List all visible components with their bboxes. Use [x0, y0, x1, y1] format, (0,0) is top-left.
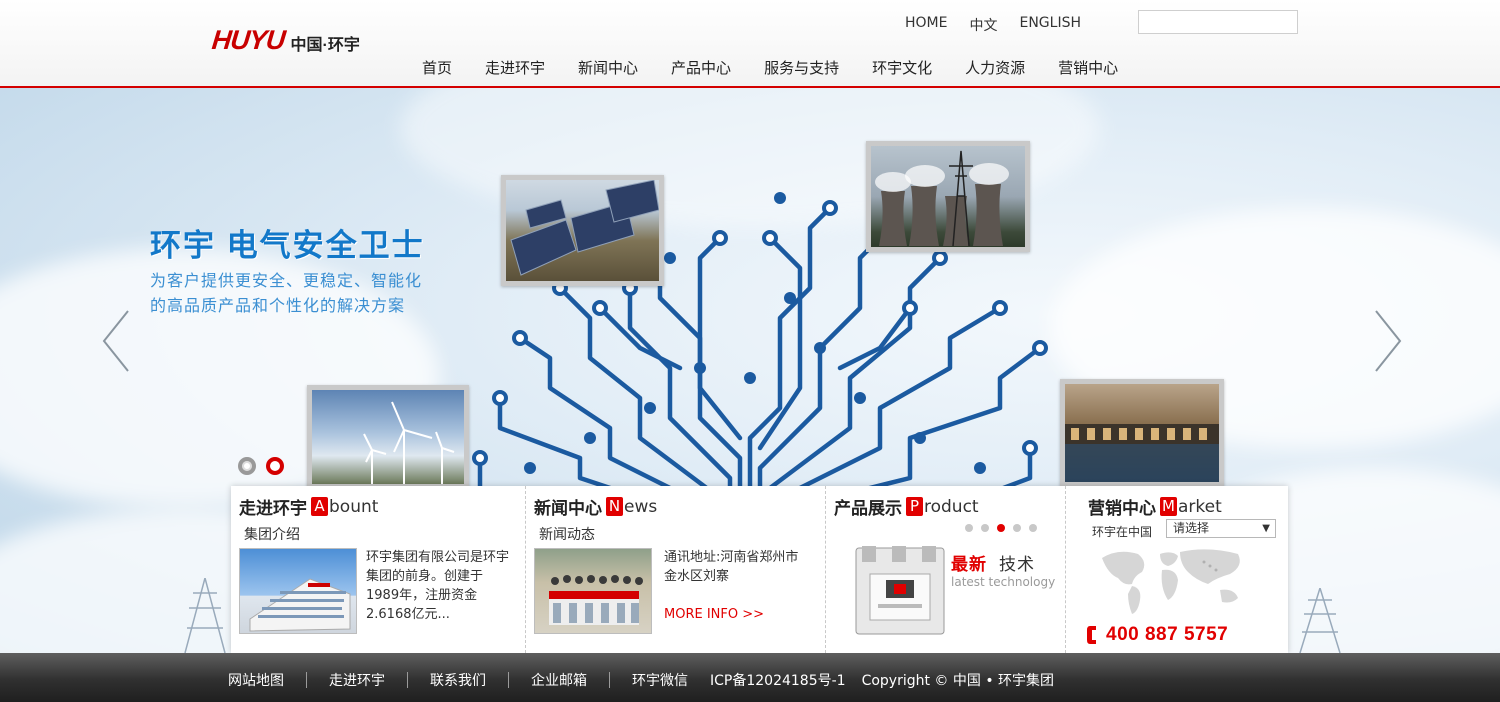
panel-about: 走进环宇 A bount 集团介绍 环宇集团有限公司是环宇集团的前身。创建于19…: [231, 486, 526, 653]
solar-panel-photo: [501, 175, 664, 286]
phone-icon: [1087, 626, 1096, 644]
panel-title-en: ews: [624, 496, 658, 517]
panel-news-title[interactable]: 新闻中心 N ews: [534, 494, 658, 520]
banner-slogan-title: 环宇 电气安全卫士: [150, 228, 425, 263]
chevron-down-icon: ▼: [1262, 523, 1270, 534]
world-map-graphic: [1102, 549, 1240, 614]
top-link-chinese[interactable]: 中文: [969, 15, 997, 35]
product-dot[interactable]: [981, 524, 989, 532]
nav-item-products[interactable]: 产品中心: [671, 57, 731, 78]
slide-indicator: [238, 457, 284, 475]
latest-tech-red-text: 最新: [951, 555, 987, 575]
panel-news: 新闻中心 N ews 新闻动态 通讯地址:河南省郑州市金水区刘寨 MORE IN…: [526, 486, 826, 653]
hotline-number: 400 887 5757: [1106, 624, 1229, 645]
logo-cn-text: 中国·环宇: [290, 37, 360, 54]
footer-link-wechat[interactable]: 环宇微信: [632, 670, 688, 690]
search-input[interactable]: [1138, 10, 1298, 34]
product-dot[interactable]: [1029, 524, 1037, 532]
page: HUYU 中国·环宇 HOME 中文 ENGLISH 首页 走进环宇 新闻中心 …: [0, 0, 1500, 702]
panel-news-text: 通讯地址:河南省郑州市金水区刘寨: [664, 550, 799, 584]
product-dot-active[interactable]: [997, 524, 1005, 532]
region-select[interactable]: 请选择 ▼: [1166, 519, 1276, 538]
panel-title-cap: P: [906, 497, 923, 516]
nav-item-service[interactable]: 服务与支持: [764, 57, 839, 78]
panel-product-title[interactable]: 产品展示 P roduct: [834, 494, 979, 520]
panel-title-cn: 营销中心: [1088, 499, 1156, 519]
info-panels: 走进环宇 A bount 集团介绍 环宇集团有限公司是环宇集团的前身。创建于19…: [231, 486, 1288, 653]
footer-divider: [508, 672, 509, 688]
nav-item-marketing[interactable]: 营销中心: [1058, 57, 1118, 78]
top-links: HOME 中文 ENGLISH: [905, 15, 1081, 35]
panel-title-en: roduct: [924, 496, 979, 517]
footer-link-email[interactable]: 企业邮箱: [531, 670, 587, 690]
news-group-photo[interactable]: [534, 548, 652, 634]
product-dot[interactable]: [965, 524, 973, 532]
slide-dot-1[interactable]: [238, 457, 256, 475]
footer-link-about[interactable]: 走进环宇: [329, 670, 385, 690]
main-nav: 首页 走进环宇 新闻中心 产品中心 服务与支持 环宇文化 人力资源 营销中心: [422, 57, 1151, 78]
circuit-breaker-product-image[interactable]: [854, 544, 946, 636]
footer-links: 网站地图 走进环宇 联系我们 企业邮箱 环宇微信 ICP备12024185号-1…: [228, 670, 1054, 690]
dam-photo: [1060, 379, 1224, 487]
latest-tech-en-text: latest technology: [951, 575, 1056, 589]
footer-copyright: Copyright © 中国 • 环宇集团: [861, 673, 1055, 689]
nav-item-culture[interactable]: 环宇文化: [872, 57, 932, 78]
wind-turbine-photo: [307, 385, 469, 489]
top-link-home[interactable]: HOME: [905, 15, 947, 35]
panel-product: 产品展示 P roduct 最新 技术 latest technology: [826, 486, 1066, 653]
footer-divider: [306, 672, 307, 688]
logo[interactable]: HUYU 中国·环宇: [210, 24, 360, 55]
nav-item-home[interactable]: 首页: [422, 57, 452, 78]
region-label: 环宇在中国: [1092, 525, 1153, 539]
region-select-value: 请选择: [1173, 521, 1210, 535]
panel-about-title[interactable]: 走进环宇 A bount: [239, 494, 379, 520]
footer-divider: [407, 672, 408, 688]
panel-market-title[interactable]: 营销中心 M arket: [1088, 494, 1222, 520]
panel-title-cn: 新闻中心: [534, 499, 602, 519]
top-link-english[interactable]: ENGLISH: [1019, 15, 1081, 35]
panel-market: 营销中心 M arket 环宇在中国 请选择 ▼ 400 887 5757: [1066, 486, 1288, 653]
pylon-left-graphic: [184, 578, 226, 653]
panel-title-cap: N: [606, 497, 623, 516]
hotline[interactable]: 400 887 5757: [1086, 624, 1228, 646]
panel-news-subtitle[interactable]: 新闻动态: [539, 524, 595, 544]
footer-icp[interactable]: ICP备12024185号-1: [710, 670, 846, 690]
panel-title-cn: 走进环宇: [239, 499, 307, 519]
nav-item-news[interactable]: 新闻中心: [578, 57, 638, 78]
pylon-right-graphic: [1299, 588, 1341, 653]
banner-slogan-line1: 为客户提供更安全、更稳定、智能化: [150, 271, 423, 290]
cooling-tower-photo: [866, 141, 1030, 252]
panel-title-en: arket: [1178, 496, 1222, 517]
footer-link-contact[interactable]: 联系我们: [430, 670, 486, 690]
footer-link-sitemap[interactable]: 网站地图: [228, 670, 284, 690]
nav-item-hr[interactable]: 人力资源: [965, 57, 1025, 78]
site-footer: 网站地图 走进环宇 联系我们 企业邮箱 环宇微信 ICP备12024185号-1…: [0, 653, 1500, 702]
panel-about-text: 环宇集团有限公司是环宇集团的前身。创建于1989年，注册资金2.6168亿元..…: [366, 550, 510, 622]
panel-about-subtitle[interactable]: 集团介绍: [244, 524, 300, 544]
slide-dot-2-active[interactable]: [266, 457, 284, 475]
prev-slide-arrow-icon[interactable]: [100, 306, 160, 376]
panel-title-cap: A: [311, 497, 328, 516]
product-slide-dots: [965, 524, 1037, 532]
banner-slogan-line2: 的高品质产品和个性化的解决方案: [150, 296, 406, 315]
latest-tech-gray-text: 技术: [999, 555, 1035, 575]
site-header: HUYU 中国·环宇 HOME 中文 ENGLISH 首页 走进环宇 新闻中心 …: [0, 0, 1500, 88]
panel-title-cn: 产品展示: [834, 499, 902, 519]
footer-divider: [609, 672, 610, 688]
nav-item-about[interactable]: 走进环宇: [485, 57, 545, 78]
more-info-link[interactable]: MORE INFO >>: [664, 605, 804, 624]
logo-mark: HUYU: [210, 24, 287, 55]
company-building-photo[interactable]: [239, 548, 357, 634]
next-slide-arrow-icon[interactable]: [1370, 306, 1430, 376]
product-dot[interactable]: [1013, 524, 1021, 532]
panel-title-cap: M: [1160, 497, 1177, 516]
panel-title-en: bount: [329, 496, 379, 517]
